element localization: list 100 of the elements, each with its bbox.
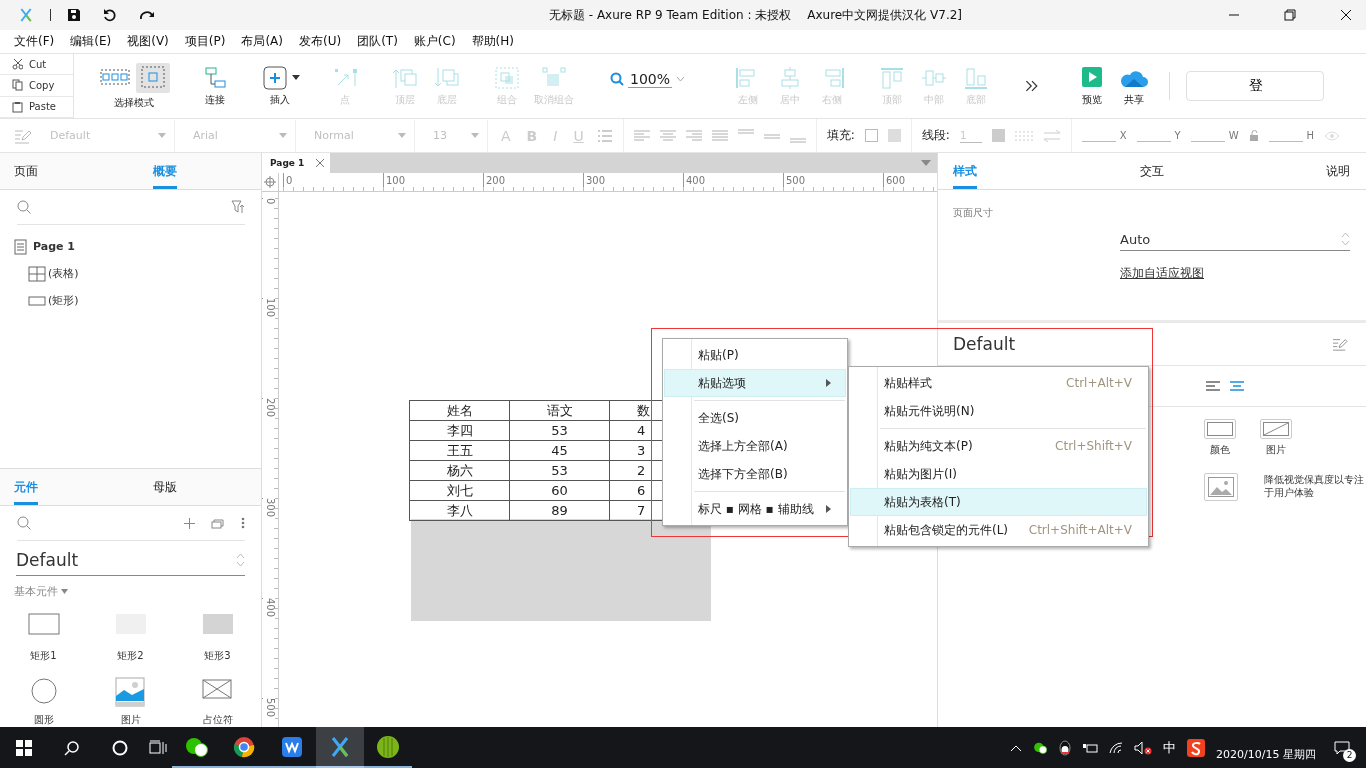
menu-item[interactable]: 帮助(H) — [463, 33, 522, 50]
window-title: 无标题 - Axure RP 9 Team Edition : 未授权 — [548, 6, 792, 24]
category-label[interactable]: 基本元件 — [14, 584, 58, 599]
tree-item[interactable]: (表格) — [48, 266, 79, 281]
chat-bubbles-icon[interactable] — [1032, 740, 1049, 755]
ruler-label: 500 — [785, 175, 807, 186]
widget-item[interactable]: 矩形2 — [87, 613, 174, 663]
toolbar-button[interactable]: 选择模式 — [92, 62, 176, 110]
line-color-swatch[interactable] — [991, 129, 1005, 142]
panel-tab[interactable]: 说明 — [1326, 153, 1350, 189]
clipboard-button[interactable]: Cut — [0, 54, 73, 76]
caret-icon — [279, 133, 287, 138]
widget-item[interactable]: 占位符 — [174, 677, 261, 727]
ruler-label: 200 — [485, 175, 507, 186]
search-icon[interactable] — [64, 739, 80, 756]
filter-icon[interactable] — [231, 200, 245, 214]
menu-item[interactable]: 布局(A) — [233, 33, 291, 50]
zoom-dropdown[interactable]: 100% — [610, 70, 686, 102]
task-view-icon[interactable] — [149, 739, 167, 756]
panel-tab[interactable]: 交互 — [1139, 153, 1164, 189]
edit-style-icon[interactable] — [1332, 337, 1348, 351]
widget-item[interactable]: 矩形3 — [174, 613, 261, 663]
close-icon[interactable] — [1340, 9, 1352, 21]
caret-icon — [398, 133, 406, 138]
field-label: Y — [1174, 130, 1181, 141]
toolbar-button[interactable]: 预览 — [1071, 65, 1114, 107]
tree-item[interactable]: Page 1 — [33, 240, 75, 253]
submenu-arrow-icon — [826, 505, 831, 513]
taskbar-app[interactable] — [316, 727, 364, 768]
menu-item[interactable]: 项目(P) — [176, 33, 234, 50]
fill-swatch[interactable] — [864, 129, 878, 142]
clipboard-button[interactable]: Paste — [0, 96, 73, 118]
plus-icon[interactable] — [184, 517, 195, 529]
menu-item[interactable]: 粘贴样式 Ctrl+Alt+V — [850, 369, 1147, 397]
menu-item[interactable]: 粘贴为纯文本(P) Ctrl+Shift+V — [850, 432, 1147, 460]
sogou-s-icon[interactable] — [1187, 738, 1206, 757]
input-method-indicator[interactable]: 中 — [1163, 738, 1177, 757]
menu-item[interactable]: 粘贴为表格(T) — [850, 488, 1147, 516]
ruler-label: 0 — [285, 175, 294, 186]
image-icon — [114, 677, 147, 707]
add-view-link[interactable]: 添加自适应视图 — [1120, 265, 1350, 282]
table-cell: 60 — [509, 480, 610, 501]
stack-icon[interactable] — [211, 517, 225, 529]
clipboard-button[interactable]: Copy — [0, 75, 73, 97]
select-box-icon — [138, 64, 168, 89]
fidelity-toggle[interactable] — [1204, 473, 1238, 501]
more-icon[interactable] — [241, 517, 245, 529]
menu-item[interactable]: 粘贴选项 — [664, 369, 846, 397]
menu-item[interactable]: 粘贴(P) — [664, 341, 846, 369]
menu-item[interactable]: 编辑(E) — [62, 33, 120, 50]
penguin-icon[interactable] — [1058, 739, 1073, 756]
menu-item[interactable]: 粘贴为图片(I) — [850, 460, 1147, 488]
caret-icon — [471, 133, 479, 138]
panel-tab[interactable]: 母版 — [153, 469, 177, 505]
page-icon — [14, 238, 27, 255]
menu-item[interactable]: 粘贴包含锁定的元件(L) Ctrl+Shift+Alt+V — [850, 516, 1147, 544]
menu-item[interactable]: 文件(F) — [6, 33, 63, 50]
copy-icon — [12, 79, 23, 92]
menu-item[interactable]: 团队(T) — [349, 33, 406, 50]
table-cell: 李四 — [409, 420, 510, 441]
save-icon[interactable] — [67, 8, 81, 22]
menu-item[interactable]: 发布(U) — [291, 33, 350, 50]
clock-date[interactable]: 2020/10/15 星期四 — [1216, 747, 1316, 762]
align-left-icon[interactable] — [1206, 381, 1220, 391]
edit-style-icon[interactable] — [14, 127, 32, 144]
windows-start-icon[interactable] — [16, 739, 32, 756]
redo-icon[interactable] — [139, 9, 155, 21]
shadow-swatch[interactable] — [887, 129, 901, 142]
crosshair-icon[interactable] — [264, 176, 276, 188]
muted-speaker-icon[interactable] — [1134, 740, 1153, 755]
restore-icon[interactable] — [1284, 9, 1296, 21]
panel-tab[interactable]: 样式 — [953, 153, 977, 189]
login-button[interactable]: 登 — [1186, 71, 1325, 101]
chevron-up-icon[interactable] — [1010, 743, 1023, 752]
caret-icon[interactable] — [61, 589, 68, 594]
mode-option[interactable] — [136, 62, 170, 93]
widget-item[interactable]: 图片 — [87, 677, 174, 727]
tree-item[interactable]: (矩形) — [48, 293, 79, 308]
clipboard-icon — [12, 100, 23, 113]
menu-item[interactable]: 视图(V) — [119, 33, 177, 50]
wifi-icon[interactable] — [1108, 740, 1125, 755]
toolbar-button[interactable]: 插入 — [254, 65, 306, 107]
lock-icon[interactable] — [1248, 130, 1259, 141]
menu-item[interactable]: 账户(C) — [405, 33, 464, 50]
notification-button[interactable]: 2 — [1326, 727, 1358, 768]
widget-item[interactable]: 圆形 — [0, 677, 87, 727]
table-cell: 刘七 — [409, 480, 510, 501]
menu-item[interactable]: 粘贴元件说明(N) — [850, 397, 1147, 425]
align-center-icon[interactable] — [1230, 381, 1244, 391]
circle-icon[interactable] — [112, 739, 128, 756]
caret-icon[interactable] — [921, 160, 931, 166]
undo-icon[interactable] — [103, 8, 117, 22]
widget-item[interactable]: 矩形1 — [0, 613, 87, 663]
page-tab[interactable]: Page 1 — [262, 153, 331, 173]
toolbar-button[interactable]: 共享 — [1113, 65, 1156, 107]
library-dropdown[interactable]: Default — [16, 545, 245, 576]
search-icon — [610, 72, 624, 86]
toolbar-button[interactable]: 连接 — [194, 65, 236, 107]
page-size-dropdown[interactable]: Auto — [1120, 228, 1350, 251]
panel-tab[interactable]: 页面 — [14, 153, 38, 189]
